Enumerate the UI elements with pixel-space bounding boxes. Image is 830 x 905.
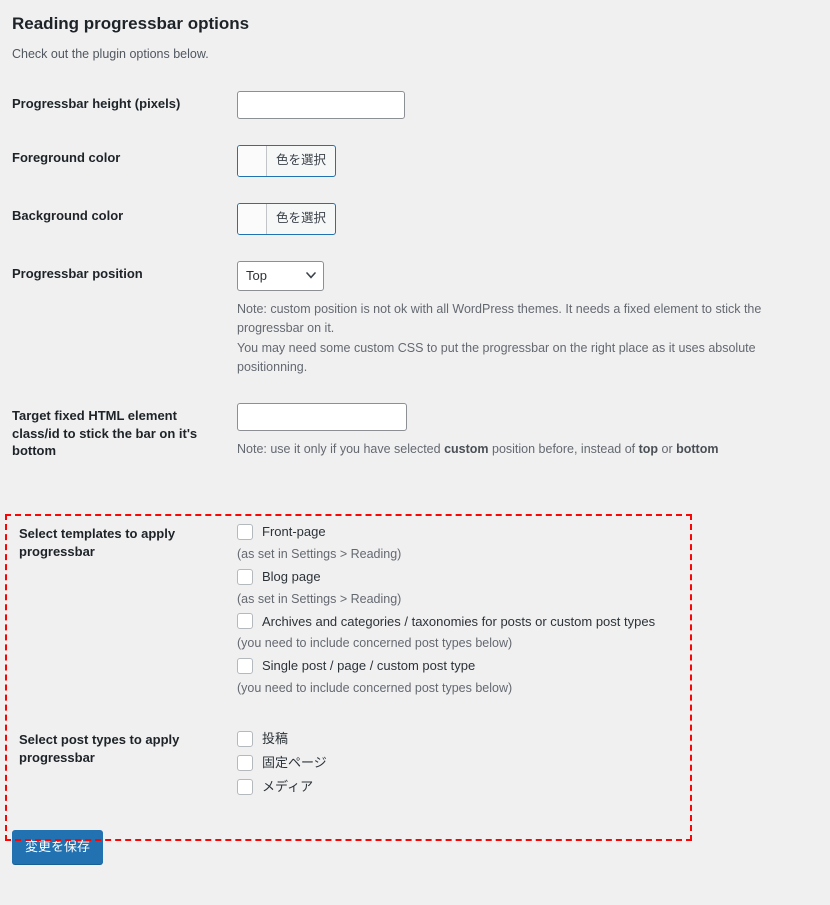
row-progressbar-position: Progressbar position Top Note: custom po… bbox=[12, 248, 830, 391]
label-select-templates: Select templates to apply progressbar bbox=[19, 525, 176, 559]
submit-area: 変更を保存 bbox=[12, 812, 820, 864]
label-progressbar-height: Progressbar height (pixels) bbox=[12, 95, 181, 111]
target-element-input[interactable] bbox=[237, 403, 407, 432]
checkbox-row-archives[interactable]: Archives and categories / taxonomies for… bbox=[237, 610, 820, 632]
checkbox-post-type-page[interactable] bbox=[237, 754, 253, 771]
hint-archives: (you need to include concerned post type… bbox=[237, 636, 513, 651]
main-options-table: Progressbar height (pixels) Foreground c… bbox=[12, 78, 830, 477]
checkbox-label-post-type-media[interactable]: メディア bbox=[262, 777, 313, 797]
row-select-post-types: Select post types to apply progressbar 投… bbox=[12, 713, 830, 812]
cell-background-color: 色を選択 bbox=[237, 190, 830, 248]
cell-progressbar-position: Top Note: custom position is not ok with… bbox=[237, 248, 830, 391]
checkbox-label-single-post[interactable]: Single post / page / custom post type bbox=[262, 656, 475, 676]
foreground-color-picker-button[interactable]: 色を選択 bbox=[237, 144, 337, 177]
hint-single-post: (you need to include concerned post type… bbox=[237, 681, 513, 696]
hint-front-page: (as set in Settings > Reading) bbox=[237, 546, 402, 561]
checkbox-row-post-type-media[interactable]: メディア bbox=[237, 775, 820, 799]
progressbar-position-select-wrap: Top bbox=[237, 260, 324, 291]
target-note-bold-top: top bbox=[638, 442, 659, 457]
save-changes-button[interactable]: 変更を保存 bbox=[12, 829, 104, 864]
page-subtitle: Check out the plugin options below. bbox=[12, 47, 209, 62]
checkbox-label-post-type-page[interactable]: 固定ページ bbox=[262, 753, 327, 773]
checkbox-post-type-post[interactable] bbox=[237, 730, 253, 747]
background-color-picker-button[interactable]: 色を選択 bbox=[237, 202, 337, 235]
progressbar-height-input[interactable] bbox=[237, 90, 405, 119]
checkbox-label-blog-page[interactable]: Blog page bbox=[262, 567, 321, 587]
checkbox-row-front-page[interactable]: Front-page bbox=[237, 521, 820, 543]
cell-select-templates: Front-page (as set in Settings > Reading… bbox=[237, 507, 830, 713]
checkbox-label-front-page[interactable]: Front-page bbox=[262, 522, 326, 542]
checkbox-row-single-post[interactable]: Single post / page / custom post type bbox=[237, 655, 820, 677]
checkbox-post-type-media[interactable] bbox=[237, 778, 253, 795]
checkbox-row-post-type-post[interactable]: 投稿 bbox=[237, 727, 820, 751]
selection-options-table: Select templates to apply progressbar Fr… bbox=[12, 507, 830, 812]
target-note-or: or bbox=[658, 442, 677, 457]
cell-progressbar-height bbox=[237, 78, 830, 132]
position-note-line-2: You may need some custom CSS to put the … bbox=[237, 340, 756, 374]
row-progressbar-height: Progressbar height (pixels) bbox=[12, 78, 830, 132]
checkbox-row-blog-page[interactable]: Blog page bbox=[237, 566, 820, 588]
checkbox-label-post-type-post[interactable]: 投稿 bbox=[262, 729, 288, 749]
checkbox-row-post-type-page[interactable]: 固定ページ bbox=[237, 751, 820, 775]
progressbar-position-select[interactable]: Top bbox=[237, 260, 324, 291]
label-target-element: Target fixed HTML element class/id to st… bbox=[12, 408, 198, 459]
cell-select-post-types: 投稿 固定ページ メディア bbox=[237, 713, 830, 812]
target-element-note: Note: use it only if you have selected c… bbox=[237, 440, 820, 459]
options-page: Reading progressbar options Check out th… bbox=[0, 0, 830, 864]
target-note-bold-custom: custom bbox=[444, 442, 489, 457]
checkbox-front-page[interactable] bbox=[237, 523, 253, 540]
background-color-swatch bbox=[238, 203, 267, 234]
background-color-picker-label: 色を選択 bbox=[276, 211, 327, 226]
cell-foreground-color: 色を選択 bbox=[237, 132, 830, 190]
hint-blog-page: (as set in Settings > Reading) bbox=[237, 591, 402, 606]
row-target-element: Target fixed HTML element class/id to st… bbox=[12, 390, 830, 477]
label-select-post-types: Select post types to apply progressbar bbox=[19, 731, 180, 765]
target-note-prefix: Note: use it only if you have selected bbox=[237, 442, 445, 457]
label-background-color: Background color bbox=[12, 207, 124, 223]
checkbox-single-post[interactable] bbox=[237, 658, 253, 675]
checkbox-blog-page[interactable] bbox=[237, 568, 253, 585]
foreground-color-swatch bbox=[238, 145, 267, 176]
foreground-color-picker-label: 色を選択 bbox=[276, 153, 327, 168]
row-background-color: Background color 色を選択 bbox=[12, 190, 830, 248]
page-title: Reading progressbar options bbox=[12, 14, 250, 33]
cell-target-element: Note: use it only if you have selected c… bbox=[237, 390, 830, 477]
row-select-templates: Select templates to apply progressbar Fr… bbox=[12, 507, 830, 713]
target-note-middle: position before, instead of bbox=[488, 442, 639, 457]
checkbox-archives[interactable] bbox=[237, 613, 253, 630]
position-note-line-1: Note: custom position is not ok with all… bbox=[237, 301, 762, 336]
label-progressbar-position: Progressbar position bbox=[12, 265, 143, 281]
row-foreground-color: Foreground color 色を選択 bbox=[12, 132, 830, 190]
target-note-bold-bottom: bottom bbox=[676, 442, 719, 457]
checkbox-label-archives[interactable]: Archives and categories / taxonomies for… bbox=[262, 612, 655, 632]
label-foreground-color: Foreground color bbox=[12, 149, 121, 165]
